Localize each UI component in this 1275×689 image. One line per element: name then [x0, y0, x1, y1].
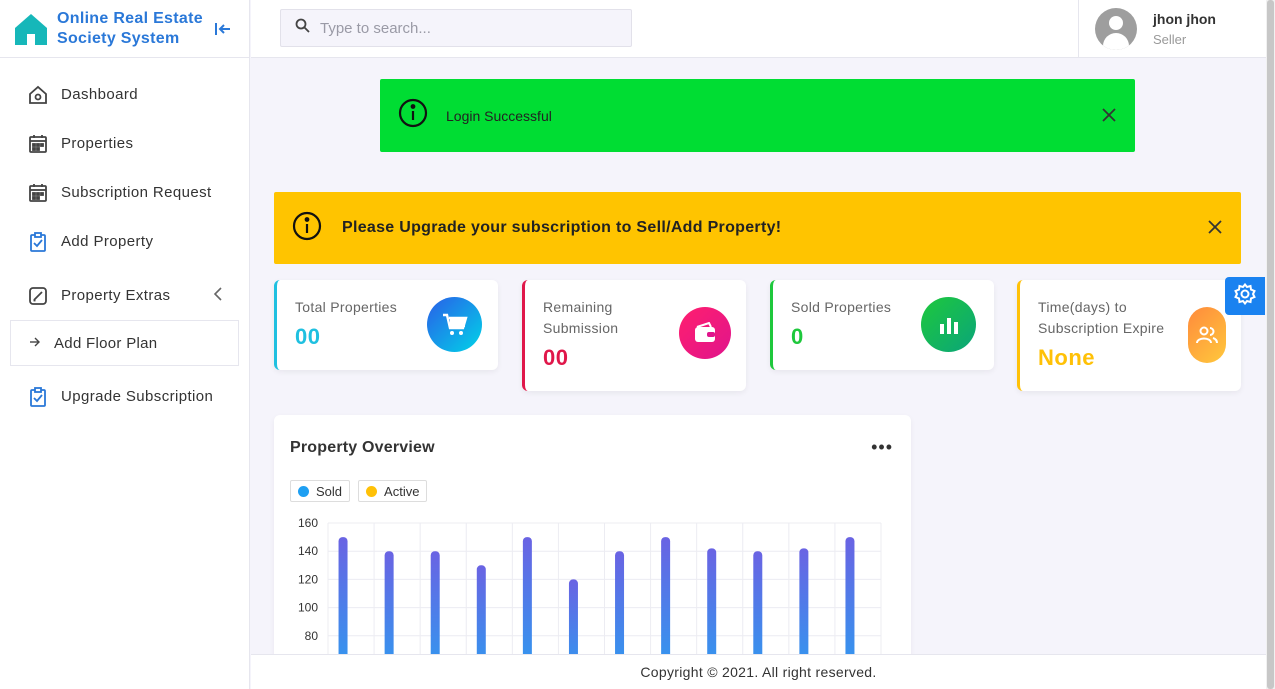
footer: Copyright © 2021. All right reserved.	[251, 654, 1266, 689]
sidebar-nav: Dashboard Properties Subscription Reques…	[0, 58, 249, 421]
sidebar-item-label: Dashboard	[61, 86, 138, 103]
user-info: jhon jhon Seller	[1153, 11, 1216, 47]
stat-title: Time(days) to Subscription Expire	[1038, 299, 1165, 336]
clipboard-check-icon	[27, 386, 49, 408]
y-tick-label: 100	[298, 601, 318, 615]
y-tick-label: 160	[298, 516, 318, 530]
success-alert: Login Successful	[380, 79, 1135, 152]
app-title-line2: Society System	[57, 29, 180, 47]
sidebar-item-label: Property Extras	[61, 287, 171, 304]
close-icon[interactable]	[1207, 219, 1225, 237]
bar-chart-icon	[921, 297, 976, 352]
stat-title: Remaining Submission	[543, 299, 619, 336]
calendar-icon	[27, 182, 49, 204]
sidebar-item-label: Upgrade Subscription	[61, 388, 214, 405]
sidebar-item-label: Subscription Request	[61, 184, 212, 201]
stat-card-sold-properties: Sold Properties 0	[770, 280, 994, 370]
sidebar-subitem-add-floor-plan[interactable]: Add Floor Plan	[10, 320, 239, 366]
sidebar-item-upgrade-subscription[interactable]: Upgrade Subscription	[0, 372, 249, 421]
legend-label: Active	[384, 483, 420, 499]
info-icon	[292, 211, 322, 246]
wallet-icon	[679, 307, 731, 359]
users-icon	[1188, 307, 1226, 363]
stat-card-subscription-expire: Time(days) to Subscription Expire None	[1017, 280, 1241, 391]
page-scrollbar[interactable]	[1266, 0, 1275, 689]
success-alert-message: Login Successful	[446, 107, 552, 124]
property-overview-chart: 160 140 120 100 80	[298, 516, 882, 675]
edit-icon	[27, 285, 49, 307]
user-role: Seller	[1153, 32, 1187, 47]
info-icon	[398, 98, 428, 133]
top-header: jhon jhon Seller	[251, 0, 1266, 58]
collapse-sidebar-icon[interactable]	[213, 19, 233, 39]
home-icon	[27, 84, 49, 106]
stat-card-total-properties: Total Properties 00	[274, 280, 498, 370]
legend-dot	[366, 485, 378, 497]
gear-icon	[1234, 282, 1256, 310]
calendar-icon	[27, 133, 49, 155]
cart-icon	[427, 297, 482, 352]
y-tick-label: 120	[298, 572, 318, 586]
clipboard-check-icon	[27, 231, 49, 253]
sidebar-item-property-extras[interactable]: Property Extras	[0, 271, 249, 320]
brand: Online Real Estate Society System	[0, 0, 249, 58]
sidebar: Online Real Estate Society System Dashbo…	[0, 0, 250, 689]
sidebar-item-label: Properties	[61, 135, 134, 152]
y-tick-label: 140	[298, 544, 318, 558]
legend-dot	[298, 485, 309, 497]
warning-alert-message: Please Upgrade your subscription to Sell…	[342, 219, 782, 236]
sidebar-item-properties[interactable]: Properties	[0, 119, 249, 168]
legend-item-sold[interactable]: Sold	[290, 480, 351, 502]
user-name: jhon jhon	[1153, 11, 1216, 27]
sidebar-item-label: Add Property	[61, 233, 154, 250]
legend-item-active[interactable]: Active	[358, 480, 428, 502]
app-title[interactable]: Online Real Estate Society System	[57, 9, 207, 49]
sidebar-item-add-property[interactable]: Add Property	[0, 217, 249, 266]
warning-alert: Please Upgrade your subscription to Sell…	[274, 192, 1241, 264]
settings-gear-button[interactable]	[1225, 277, 1265, 315]
avatar[interactable]	[1095, 8, 1137, 50]
legend-label: Sold	[316, 483, 343, 499]
app-title-line1: Online Real Estate	[57, 9, 203, 27]
chevron-left-icon	[213, 286, 223, 305]
search-icon	[295, 18, 310, 38]
close-icon[interactable]	[1101, 107, 1119, 125]
house-logo-icon	[15, 13, 47, 45]
copyright-text: Copyright © 2021. All right reserved.	[640, 664, 877, 680]
search-box	[280, 9, 632, 47]
chart-legend: Sold Active	[290, 480, 435, 502]
arrow-right-icon	[29, 336, 40, 350]
sidebar-subitem-label: Add Floor Plan	[54, 334, 158, 352]
panel-title: Property Overview	[290, 439, 435, 456]
sidebar-item-subscription-request[interactable]: Subscription Request	[0, 168, 249, 217]
search-input[interactable]	[320, 19, 620, 37]
stat-card-remaining-submission: Remaining Submission 00	[522, 280, 746, 391]
user-menu[interactable]: jhon jhon Seller	[1078, 0, 1266, 58]
property-overview-panel: Property Overview ••• Sold Active 160 140…	[274, 415, 911, 675]
sidebar-item-dashboard[interactable]: Dashboard	[0, 70, 249, 119]
more-options-icon[interactable]: •••	[871, 437, 893, 458]
scrollbar-thumb[interactable]	[1267, 0, 1274, 689]
y-tick-label: 80	[305, 629, 319, 643]
